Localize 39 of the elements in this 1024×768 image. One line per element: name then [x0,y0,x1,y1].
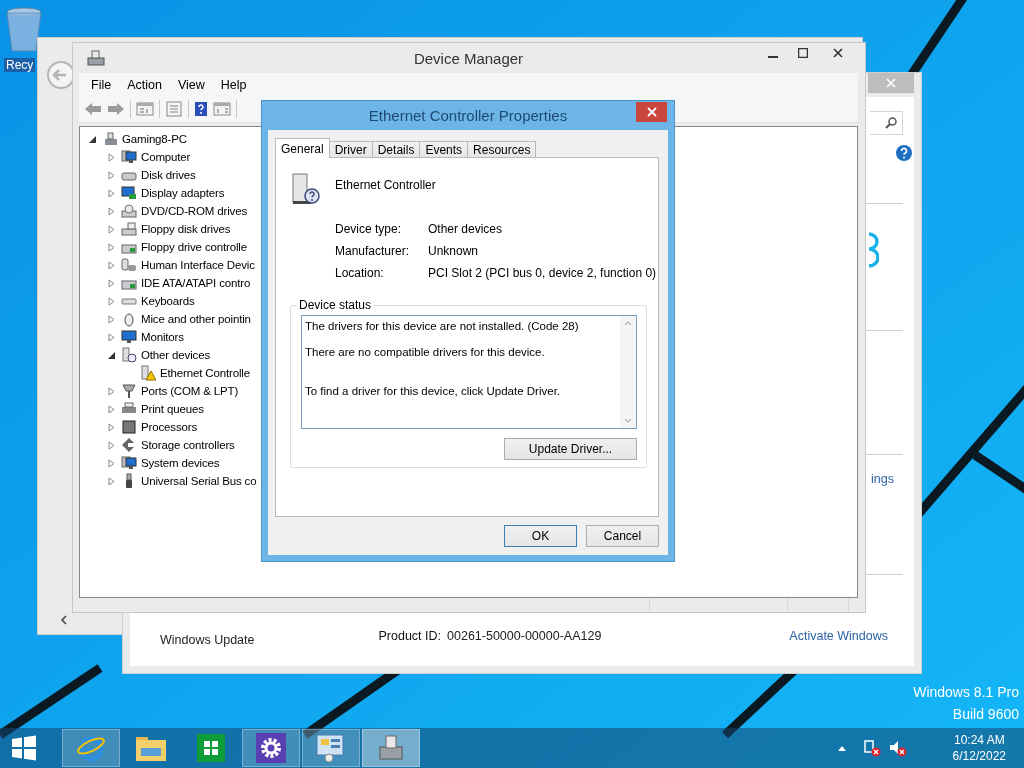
tree-item-label: Computer [141,151,191,163]
tree-item-label: Processors [141,421,198,433]
device-name: Ethernet Controller [335,178,436,192]
product-id-value: 00261-50000-00000-AA129 [447,629,602,643]
tree-item-label: DVD/CD-ROM drives [141,205,248,217]
field-label: Location: [335,266,385,280]
tree-item-label: Gaming8-PC [122,133,187,145]
field-label: Device type: [335,222,403,236]
tree-item-label: IDE ATA/ATAPI contro [141,277,251,289]
tree-item-label: Disk drives [141,169,196,181]
field-value: PCI Slot 2 (PCI bus 0, device 2, function 0) [428,266,657,280]
tree-item-label: Storage controllers [141,439,235,451]
tree-item-label: Mice and other pointin [141,313,251,325]
group-label: Device status [298,298,373,312]
tree-item-label: Floppy drive controlle [141,241,247,253]
tree-item-label: Ports (COM & LPT) [141,385,239,397]
clock-time: 10:24 AM [953,733,1005,747]
tree-item-label: Other devices [141,349,210,361]
edition-text: Windows 8.1 Pro [913,684,1019,700]
field-value: Unknown [428,244,480,258]
dialog-title: Ethernet Controller Properties [368,107,568,124]
product-id-label: Product ID: [378,629,442,643]
tree-item-label: Display adapters [141,187,225,199]
tree-item-label: Ethernet Controlle [160,367,250,379]
tree-item-label: Monitors [141,331,184,343]
status-text: To find a driver for this device, click Update Driver. [305,384,562,398]
tree-item-label: System devices [141,457,220,469]
window-title: Device Manager [413,49,524,67]
clock-date: 6/12/2022 [952,749,1006,763]
tree-item-label: Floppy disk drives [141,223,231,235]
edition-text: Build 9600 [952,706,1019,722]
field-label: Manufacturer: [335,244,411,258]
tree-item-label: Universal Serial Bus co [141,475,257,487]
status-text: The drivers for this device are not installed. (Code 28) [305,319,580,333]
tree-item-label: Keyboards [141,295,195,307]
tree-item-label: Print queues [141,403,204,415]
tree-item-label: Human Interface Devic [141,259,255,271]
field-value: Other devices [428,222,504,236]
status-text: There are no compatible drivers for this device. [305,345,546,359]
